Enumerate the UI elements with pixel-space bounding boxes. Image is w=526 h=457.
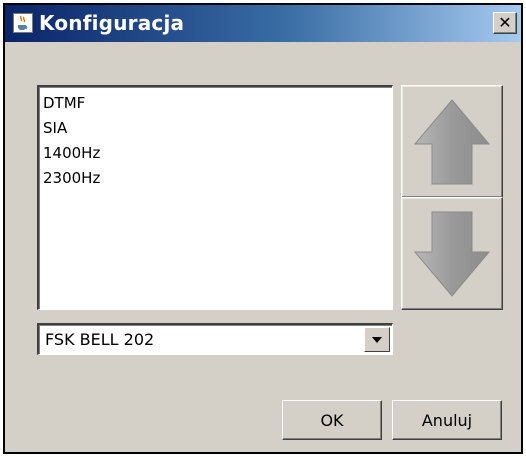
arrow-down-icon [413,211,491,297]
arrow-up-icon [413,98,491,184]
list-item[interactable]: 2300Hz [41,166,390,191]
list-item[interactable]: SIA [41,116,390,141]
cancel-button[interactable]: Anuluj [392,400,502,440]
close-icon: ✕ [498,13,512,32]
dropdown-button[interactable] [364,327,390,352]
ok-button[interactable]: OK [282,400,382,440]
dialog-window: Konfiguracja ✕ DTMF SIA 1400Hz 2300Hz FS… [3,3,523,454]
signal-type-list[interactable]: DTMF SIA 1400Hz 2300Hz [37,85,393,310]
window-title: Konfiguracja [39,11,185,35]
protocol-select-value: FSK BELL 202 [45,330,155,349]
move-up-button[interactable] [401,85,503,198]
move-down-button[interactable] [401,197,503,310]
protocol-select[interactable]: FSK BELL 202 [37,323,393,355]
list-item[interactable]: DTMF [41,91,390,116]
close-button[interactable]: ✕ [493,12,517,34]
chevron-down-icon [372,336,382,343]
java-cup-icon [13,13,33,33]
list-item[interactable]: 1400Hz [41,141,390,166]
title-bar[interactable]: Konfiguracja ✕ [5,5,521,42]
